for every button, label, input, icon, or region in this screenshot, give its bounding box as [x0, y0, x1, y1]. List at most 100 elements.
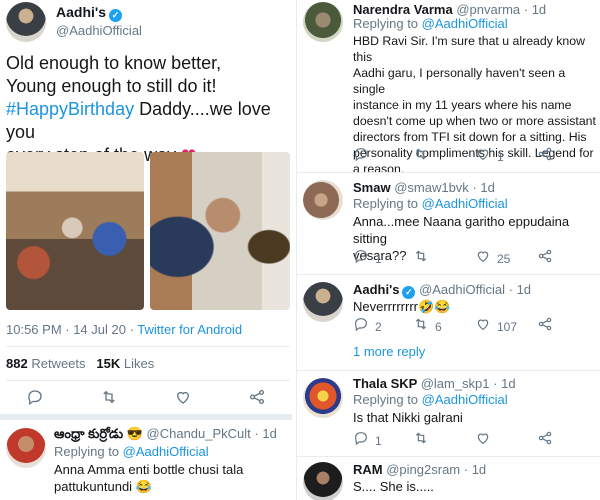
reply-author-name: Smaw [353, 180, 391, 195]
like-icon[interactable]: 1 [475, 146, 504, 168]
reply-author-name: Narendra Varma [353, 2, 453, 17]
mention-link[interactable]: @AadhiOfficial [422, 392, 508, 407]
father-photo[interactable] [150, 152, 290, 310]
share-icon[interactable] [537, 248, 553, 270]
source-link[interactable]: Twitter for Android [137, 322, 242, 337]
verified-icon: ✓ [109, 9, 123, 22]
share-icon[interactable] [537, 146, 553, 168]
reply-age: · 1d [472, 180, 495, 195]
reply-author[interactable]: ఆంధ్రా కుర్రోడు 😎 @Chandu_PkCult · 1d [54, 426, 277, 445]
tweet-text-line: #HappyBirthday Daddy....we love you [6, 98, 291, 144]
reply-actions: 1 [353, 146, 593, 168]
retweet-icon[interactable] [413, 248, 429, 270]
reply-text-line: Aadhi garu, I personally haven't seen a … [353, 66, 566, 96]
retweet-icon[interactable] [100, 388, 118, 412]
reply-author[interactable]: Thala SKP @lam_skp1 · 1d [353, 376, 516, 391]
reply-icon[interactable]: 2 [353, 316, 382, 338]
reply-author-handle[interactable]: @smaw1bvk [394, 180, 469, 195]
retweet-icon[interactable] [413, 146, 429, 168]
tweet-stats: 882 Retweets 15K Likes [6, 356, 154, 371]
reply-author[interactable]: RAM @ping2sram · 1d [353, 462, 486, 477]
divider [297, 370, 600, 371]
divider [0, 414, 292, 420]
reply-age: · 1d [493, 376, 516, 391]
reply-age: · 1d [523, 2, 547, 17]
author-name[interactable]: Aadhi's ✓ [56, 4, 123, 22]
retweets-label[interactable]: Retweets [31, 356, 85, 371]
replying-prefix: Replying to [54, 444, 123, 459]
replying-prefix: Replying to [353, 392, 422, 407]
replying-to: Replying to @AadhiOfficial [353, 16, 508, 31]
more-replies-link[interactable]: 1 more reply [353, 344, 425, 359]
reply-author-name: RAM [353, 462, 383, 477]
hashtag-link[interactable]: #HappyBirthday [6, 99, 134, 119]
timestamp-text[interactable]: 10:56 PM · 14 Jul 20 · [6, 322, 137, 337]
avatar[interactable] [303, 282, 343, 322]
reply-text-line: HBD Ravi Sir. I'm sure that u already kn… [353, 34, 585, 64]
mention-link[interactable]: @AadhiOfficial [123, 444, 209, 459]
reply-author-name: Thala SKP [353, 376, 418, 391]
replying-prefix: Replying to [353, 16, 422, 31]
like-icon[interactable]: 107 [475, 316, 517, 338]
tweet-text: Old enough to know better, Young enough … [6, 52, 291, 167]
reply-author-handle[interactable]: @ping2sram [386, 462, 460, 477]
reply-icon[interactable] [353, 146, 369, 168]
retweet-icon[interactable] [413, 430, 429, 452]
divider [6, 380, 290, 381]
reply-author-handle[interactable]: @lam_skp1 [421, 376, 490, 391]
like-icon[interactable]: 25 [475, 248, 510, 270]
avatar[interactable] [6, 428, 46, 468]
reply-text-line: Anna...mee Naana garitho eppudaina sitti… [353, 214, 570, 246]
reply-text: S.... She is..... [353, 478, 599, 495]
main-tweet-column: Aadhi's ✓ @AadhiOfficial Old enough to kn… [0, 0, 292, 500]
reply-age: · 1d [254, 426, 277, 441]
reply-author-handle[interactable]: @pnvarma [456, 2, 520, 17]
reply-author[interactable]: Aadhi's ✓ @AadhiOfficial · 1d [353, 282, 531, 299]
reply-count: 1 [375, 434, 382, 448]
replies-column: Narendra Varma @pnvarma · 1d Replying to… [296, 0, 600, 500]
share-icon[interactable] [248, 388, 266, 412]
reply-author-handle[interactable]: @AadhiOfficial [419, 282, 505, 297]
reply-text-line: pattukuntundi 😂 [54, 479, 152, 494]
reply-icon[interactable]: 1 [353, 430, 382, 452]
reply-text-line: S.... She is..... [353, 479, 434, 494]
reply-count: 1 [375, 252, 382, 266]
reply-actions: 2 6 107 [353, 316, 593, 338]
reply-text: Anna Amma enti bottle chusi tala pattuku… [54, 461, 290, 495]
avatar[interactable] [303, 2, 343, 42]
reply-icon[interactable] [26, 388, 44, 412]
avatar[interactable] [303, 180, 343, 220]
likes-count[interactable]: 15K [96, 356, 120, 371]
like-icon[interactable] [475, 430, 491, 452]
author-handle[interactable]: @AadhiOfficial [56, 23, 142, 38]
avatar[interactable] [303, 378, 343, 418]
mention-link[interactable]: @AadhiOfficial [422, 196, 508, 211]
reply-actions: 1 25 [353, 248, 593, 270]
family-photo[interactable] [6, 152, 144, 310]
like-icon[interactable] [174, 388, 192, 412]
tweet-actions [0, 388, 292, 410]
tweet-timestamp: 10:56 PM · 14 Jul 20 · Twitter for Andro… [6, 322, 242, 337]
reply-text-line: directors from TFI sit down for a sittin… [353, 130, 587, 144]
replying-prefix: Replying to [353, 196, 422, 211]
share-icon[interactable] [537, 316, 553, 338]
avatar[interactable] [303, 462, 343, 500]
reply-text-line: Neverrrrrrrr🤣😂 [353, 299, 451, 314]
reply-age: · 1d [508, 282, 532, 297]
reply-icon[interactable]: 1 [353, 248, 382, 270]
reply-author-name: ఆంధ్రా కుర్రోడు 😎 [54, 426, 143, 441]
share-icon[interactable] [537, 430, 553, 452]
likes-label[interactable]: Likes [124, 356, 154, 371]
author-name-text: Aadhi's [56, 4, 107, 20]
reply-author[interactable]: Narendra Varma @pnvarma · 1d [353, 2, 546, 17]
divider [297, 274, 600, 275]
avatar[interactable] [6, 2, 46, 42]
retweets-count[interactable]: 882 [6, 356, 28, 371]
reply-author-handle[interactable]: @Chandu_PkCult [147, 426, 251, 441]
retweet-icon[interactable]: 6 [413, 316, 442, 338]
reply-author[interactable]: Smaw @smaw1bvk · 1d [353, 180, 495, 195]
replying-to: Replying to @AadhiOfficial [353, 196, 508, 211]
reply-text: Is that Nikki galrani [353, 409, 599, 426]
like-count: 25 [497, 252, 511, 266]
mention-link[interactable]: @AadhiOfficial [422, 16, 508, 31]
